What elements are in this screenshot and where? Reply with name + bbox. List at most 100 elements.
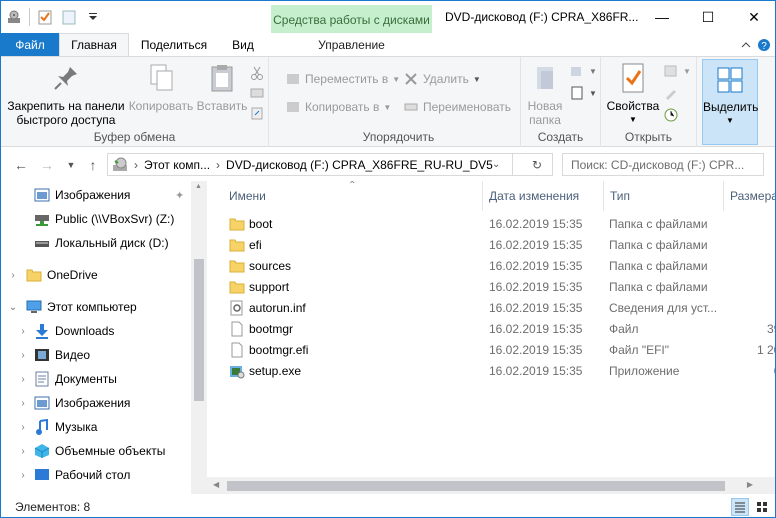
table-row[interactable]: setup.exe 16.02.2019 15:35 Приложение 67 <box>227 361 775 382</box>
nav-item-3d-objects[interactable]: › Объемные объекты <box>1 440 191 462</box>
copy-button[interactable]: Копировать <box>128 61 194 113</box>
properties-button[interactable]: Свойства ▼ <box>605 61 661 127</box>
forward-button[interactable]: → <box>37 154 57 176</box>
chevron-right-icon[interactable]: › <box>7 269 19 281</box>
setup-info-icon <box>230 300 243 316</box>
move-to-button[interactable]: Переместить в ▼ <box>285 69 400 89</box>
chevron-right-icon[interactable]: › <box>17 421 29 433</box>
close-button[interactable]: ✕ <box>731 1 775 33</box>
nav-item-local-disk-d[interactable]: Локальный диск (D:) <box>1 232 191 254</box>
nav-item-desktop[interactable]: › Рабочий стол <box>1 464 191 486</box>
table-row[interactable]: bootmgr.efi 16.02.2019 15:35 Файл "EFI" … <box>227 340 775 361</box>
minimize-button[interactable]: — <box>639 1 685 33</box>
network-drive-icon <box>34 211 50 227</box>
table-row[interactable]: sources 16.02.2019 15:35 Папка с файлами <box>227 256 775 277</box>
nav-item-music[interactable]: › Музыка <box>1 416 191 438</box>
pin-quick-access-button[interactable]: Закрепить на панели быстрого доступа <box>5 61 127 127</box>
tab-file[interactable]: Файл <box>1 33 59 56</box>
cut-button[interactable] <box>249 63 269 83</box>
nav-label: Объемные объекты <box>55 444 166 458</box>
nav-label: Видео <box>55 348 91 362</box>
nav-item-videos[interactable]: › Видео <box>1 344 191 366</box>
address-dropdown-icon[interactable]: ⌄ <box>492 159 500 170</box>
drive-icon[interactable] <box>5 8 23 26</box>
refresh-icon[interactable]: ↻ <box>532 158 542 172</box>
breadcrumb-this-pc[interactable]: Этот комп... <box>144 158 210 172</box>
chevron-down-icon: ▼ <box>683 66 691 76</box>
qat-dropdown-icon[interactable] <box>84 8 102 26</box>
column-header-name[interactable]: Имени <box>223 181 483 211</box>
details-view-button[interactable] <box>731 498 749 516</box>
nav-item-onedrive[interactable]: › OneDrive <box>1 264 191 286</box>
new-item-button[interactable]: ▼ <box>569 61 597 81</box>
chevron-down-icon[interactable]: ⌄ <box>7 301 19 313</box>
properties-qat-icon[interactable] <box>36 8 54 26</box>
paste-shortcut-button[interactable] <box>249 103 269 123</box>
nav-item-this-pc[interactable]: ⌄ Этот компьютер <box>1 296 191 318</box>
folder-icon <box>229 218 245 231</box>
address-bar[interactable]: › Этот комп... › DVD-дисковод (F:) CPRA_… <box>107 153 553 176</box>
copy-to-button[interactable]: Копировать в ▼ <box>285 97 391 117</box>
open-button[interactable]: ▼ <box>663 61 691 81</box>
recent-locations-button[interactable]: ▼ <box>61 154 81 176</box>
help-icon[interactable]: ? <box>756 37 772 53</box>
chevron-right-icon[interactable]: › <box>17 397 29 409</box>
new-folder-qat-icon[interactable] <box>60 8 78 26</box>
breadcrumb-dvd-drive[interactable]: DVD-дисковод (F:) CPRA_X86FRE_RU-RU_DV5 <box>226 158 493 172</box>
file-list-scrollbar-thumb[interactable] <box>227 481 725 491</box>
paste-button[interactable]: Вставить <box>195 61 249 113</box>
new-folder-button[interactable]: Новая папка <box>523 61 567 127</box>
pin-icon[interactable]: ✦ <box>175 189 184 202</box>
chevron-right-icon[interactable]: › <box>17 469 29 481</box>
nav-item-pictures-quick[interactable]: Изображения ✦ <box>1 184 191 206</box>
chevron-down-icon: ▼ <box>66 160 76 170</box>
back-button[interactable]: ← <box>11 154 31 176</box>
chevron-right-icon[interactable]: › <box>17 349 29 361</box>
table-row[interactable]: boot 16.02.2019 15:35 Папка с файлами <box>227 214 775 235</box>
up-button[interactable]: ↑ <box>83 154 103 176</box>
nav-scrollbar[interactable]: ▲ <box>191 181 207 494</box>
collapse-ribbon-icon[interactable] <box>738 37 754 53</box>
delete-button[interactable]: Удалить ▼ <box>403 69 481 89</box>
easy-access-button[interactable]: ▼ <box>569 83 597 103</box>
edit-button[interactable] <box>663 83 683 103</box>
scroll-up-icon[interactable]: ▲ <box>195 183 202 190</box>
nav-label: Локальный диск (D:) <box>55 236 169 250</box>
column-header-size[interactable]: Размера <box>724 181 775 211</box>
nav-item-documents[interactable]: › Документы <box>1 368 191 390</box>
chevron-right-icon[interactable]: › <box>17 445 29 457</box>
maximize-button[interactable]: ☐ <box>685 1 731 33</box>
history-button[interactable] <box>663 105 683 125</box>
table-row[interactable]: efi 16.02.2019 15:35 Папка с файлами <box>227 235 775 256</box>
column-header-type[interactable]: Тип <box>604 181 724 211</box>
scroll-left-icon[interactable]: ◀ <box>213 480 219 489</box>
history-icon <box>663 107 679 123</box>
tab-manage[interactable]: Управление <box>271 33 432 56</box>
file-type: Приложение <box>609 364 680 378</box>
nav-scrollbar-thumb[interactable] <box>194 259 204 401</box>
window-title: DVD-дисковод (F:) CPRA_X86FR... <box>445 10 639 24</box>
column-header-date[interactable]: Дата изменения <box>483 181 604 211</box>
nav-item-pictures[interactable]: › Изображения <box>1 392 191 414</box>
tab-home[interactable]: Главная <box>59 33 129 56</box>
clipboard-group-label: Буфер обмена <box>93 130 176 144</box>
table-row[interactable]: autorun.inf 16.02.2019 15:35 Сведения дл… <box>227 298 775 319</box>
chevron-right-icon[interactable]: › <box>17 373 29 385</box>
rename-button[interactable]: Переименовать <box>403 97 511 117</box>
file-size: 1 209 <box>756 343 775 357</box>
tab-share[interactable]: Поделиться <box>134 33 214 56</box>
search-input[interactable]: Поиск: CD-дисковод (F:) CPR... <box>562 153 764 176</box>
select-button[interactable]: Выделить ▼ <box>702 59 758 145</box>
copy-path-button[interactable] <box>249 83 269 103</box>
nav-item-public-share[interactable]: Public (\\VBoxSvr) (Z:) <box>1 208 191 230</box>
scroll-right-icon[interactable]: ▶ <box>747 480 753 489</box>
chevron-right-icon[interactable]: › <box>17 325 29 337</box>
tab-view[interactable]: Вид <box>223 33 263 56</box>
file-list-scrollbar[interactable]: ◀ ▶ <box>207 477 775 494</box>
nav-item-downloads[interactable]: › Downloads <box>1 320 191 342</box>
large-icons-view-button[interactable] <box>753 498 771 516</box>
file-date: 16.02.2019 15:35 <box>489 343 583 357</box>
table-row[interactable]: bootmgr 16.02.2019 15:35 Файл 399 <box>227 319 775 340</box>
file-type: Папка с файлами <box>609 238 708 252</box>
table-row[interactable]: support 16.02.2019 15:35 Папка с файлами <box>227 277 775 298</box>
